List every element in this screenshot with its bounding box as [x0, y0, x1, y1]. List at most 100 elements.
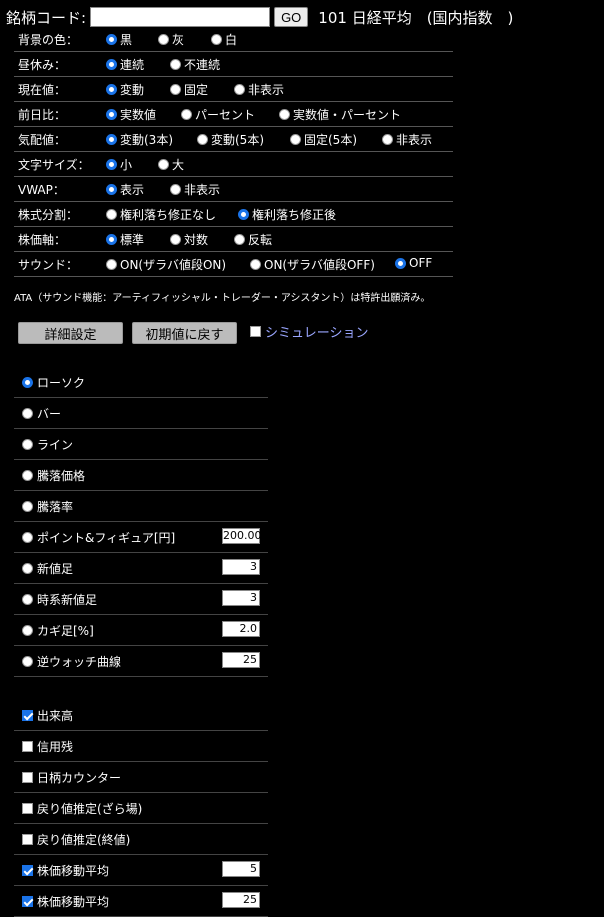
option[interactable]: 非表示 — [170, 181, 220, 198]
option[interactable]: 固定 — [170, 81, 208, 98]
list-item[interactable]: 騰落率 — [14, 491, 268, 522]
radio[interactable] — [22, 407, 33, 419]
list-item[interactable]: カギ足[%] 2.0 — [14, 615, 268, 646]
option[interactable]: 不連続 — [170, 56, 220, 73]
option[interactable]: 表示 — [106, 181, 144, 198]
list-item[interactable]: 出来高 — [14, 700, 268, 731]
value-input[interactable]: 2.0 — [222, 621, 260, 637]
option[interactable]: 変動(5本) — [197, 131, 264, 148]
radio[interactable] — [22, 593, 33, 605]
radio[interactable] — [106, 109, 117, 120]
option[interactable]: ON(ザラバ値段ON) — [106, 256, 226, 273]
list-item[interactable]: 株価移動平均 25 — [14, 886, 268, 917]
value-input[interactable]: 3 — [222, 590, 260, 606]
value-input[interactable]: 25 — [222, 652, 260, 668]
checkbox[interactable] — [22, 740, 33, 752]
radio[interactable] — [395, 257, 406, 269]
radio[interactable] — [382, 134, 393, 145]
radio[interactable] — [170, 59, 181, 70]
radio[interactable] — [106, 259, 117, 270]
option[interactable]: 非表示 — [234, 81, 284, 98]
list-item[interactable]: 新値足 3 — [14, 553, 268, 584]
option[interactable]: ON(ザラバ値段OFF) — [250, 256, 375, 273]
checkbox[interactable] — [22, 864, 33, 876]
option[interactable]: 小 — [106, 156, 132, 173]
list-item[interactable]: 騰落価格 — [14, 460, 268, 491]
radio[interactable] — [170, 234, 181, 245]
radio[interactable] — [22, 500, 33, 512]
radio[interactable] — [234, 234, 245, 245]
list-item[interactable]: ライン — [14, 429, 268, 460]
list-item[interactable]: ポイント&フィギュア[円] 200.00 — [14, 522, 268, 553]
option[interactable]: 灰 — [158, 31, 184, 48]
value-input[interactable]: 3 — [222, 559, 260, 575]
go-button[interactable]: GO — [274, 7, 309, 27]
list-item[interactable]: 日柄カウンター — [14, 762, 268, 793]
option[interactable]: 白 — [211, 31, 237, 48]
option[interactable]: 標準 — [106, 231, 144, 248]
option[interactable]: 変動(3本) — [106, 131, 173, 148]
radio[interactable] — [106, 234, 117, 245]
radio[interactable] — [181, 109, 192, 120]
option[interactable]: 実数値・パーセント — [279, 106, 401, 123]
code-input[interactable] — [90, 7, 271, 27]
checkbox[interactable] — [22, 802, 33, 814]
option[interactable]: 固定(5本) — [290, 131, 357, 148]
option[interactable]: 変動 — [106, 81, 144, 98]
option[interactable]: 大 — [158, 156, 184, 173]
list-item[interactable]: 逆ウォッチ曲線 25 — [14, 646, 268, 677]
list-item[interactable]: 株価移動平均 5 — [14, 855, 268, 886]
radio[interactable] — [22, 655, 33, 667]
checkbox[interactable] — [22, 771, 33, 783]
option[interactable]: 非表示 — [382, 131, 432, 148]
option[interactable]: 反転 — [234, 231, 272, 248]
checkbox[interactable] — [22, 833, 33, 845]
option[interactable]: 権利落ち修正なし — [106, 206, 216, 223]
detail-settings-button[interactable]: 詳細設定 — [18, 322, 123, 344]
radio[interactable] — [290, 134, 301, 145]
radio[interactable] — [106, 159, 117, 170]
radio[interactable] — [106, 134, 117, 145]
simulation-toggle[interactable]: シミュレーション — [250, 322, 368, 341]
value-input[interactable]: 5 — [222, 861, 260, 877]
list-item[interactable]: 時系新値足 3 — [14, 584, 268, 615]
checkbox[interactable] — [22, 709, 33, 721]
radio[interactable] — [158, 159, 169, 170]
radio[interactable] — [238, 209, 249, 220]
option[interactable]: パーセント — [181, 106, 255, 123]
radio[interactable] — [170, 84, 181, 95]
radio[interactable] — [106, 184, 117, 195]
list-item[interactable]: 戻り値推定(ざら場) — [14, 793, 268, 824]
radio[interactable] — [170, 184, 181, 195]
radio[interactable] — [22, 624, 33, 636]
value-input[interactable]: 25 — [222, 892, 260, 908]
radio[interactable] — [197, 134, 208, 145]
value-input[interactable]: 200.00 — [222, 528, 262, 544]
radio[interactable] — [106, 84, 117, 95]
radio[interactable] — [22, 531, 33, 543]
radio[interactable] — [106, 209, 117, 220]
radio[interactable] — [22, 438, 33, 450]
option[interactable]: 実数値 — [106, 106, 156, 123]
radio[interactable] — [158, 34, 169, 45]
list-item[interactable]: 戻り値推定(終値) — [14, 824, 268, 855]
radio[interactable] — [250, 259, 261, 270]
list-item[interactable]: バー — [14, 398, 268, 429]
radio[interactable] — [279, 109, 290, 120]
radio[interactable] — [22, 562, 33, 574]
list-item[interactable]: ローソク — [14, 367, 268, 398]
checkbox[interactable] — [22, 895, 33, 907]
radio[interactable] — [22, 376, 33, 388]
radio[interactable] — [22, 469, 33, 481]
radio[interactable] — [106, 34, 117, 45]
option[interactable]: OFF — [395, 256, 432, 270]
option[interactable]: 連続 — [106, 56, 144, 73]
list-item[interactable]: 信用残 — [14, 731, 268, 762]
option[interactable]: 権利落ち修正後 — [238, 206, 336, 223]
option[interactable]: 黒 — [106, 31, 132, 48]
radio[interactable] — [211, 34, 222, 45]
radio[interactable] — [106, 59, 117, 70]
option[interactable]: 対数 — [170, 231, 208, 248]
radio[interactable] — [234, 84, 245, 95]
simulation-checkbox[interactable] — [250, 326, 261, 337]
